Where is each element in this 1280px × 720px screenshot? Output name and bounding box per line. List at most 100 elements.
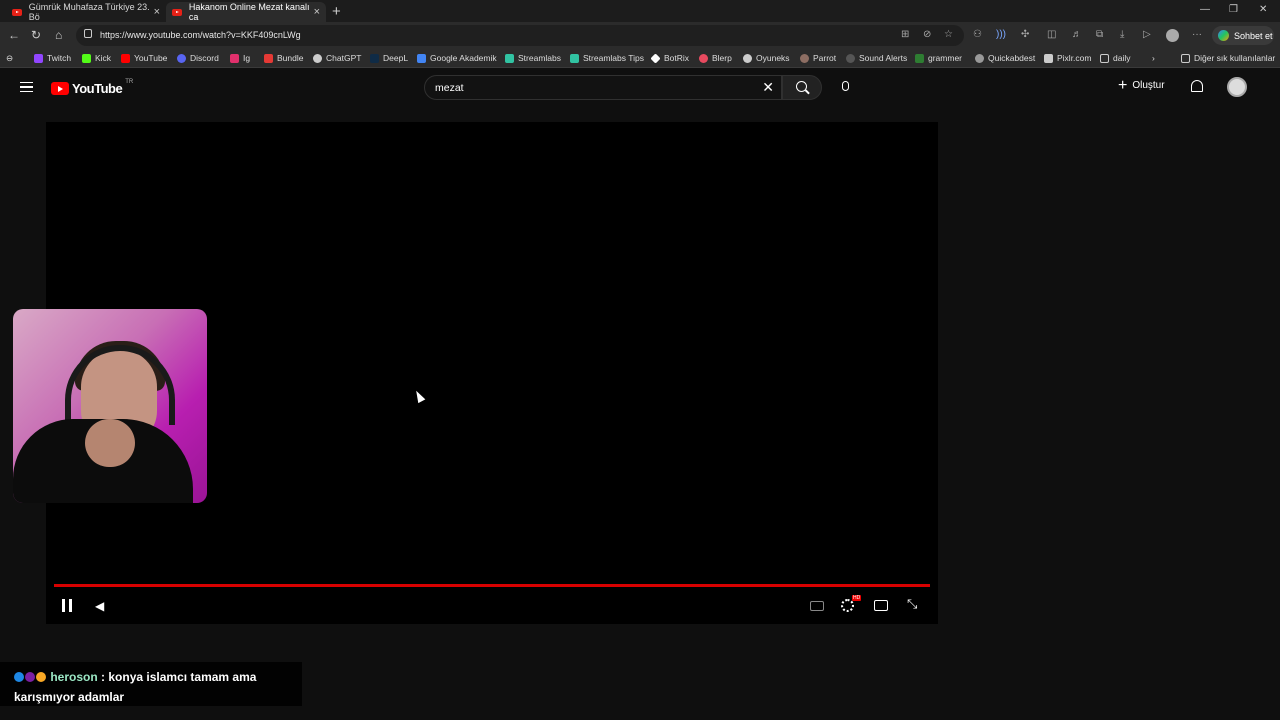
downloads-icon[interactable]: ⤓: [1120, 29, 1124, 40]
extension-icon[interactable]: ⚇: [973, 29, 982, 40]
bookmark-label: DeepL: [383, 53, 409, 63]
bookmark-item[interactable]: ChatGPT: [313, 53, 361, 63]
favorites-icon[interactable]: ♬: [1072, 29, 1082, 40]
tracking-prevention-icon[interactable]: ⊘: [923, 29, 931, 40]
reading-view-icon[interactable]: ⊖: [6, 53, 13, 64]
close-tab-icon[interactable]: ×: [314, 6, 320, 18]
bookmark-item[interactable]: DeepL: [370, 53, 408, 63]
subtitles-icon[interactable]: [810, 601, 824, 611]
fullscreen-icon[interactable]: ⤡: [907, 596, 917, 612]
profile-icon[interactable]: [1166, 29, 1179, 42]
search-button[interactable]: [782, 75, 822, 100]
bookmark-item[interactable]: YouTube: [121, 53, 167, 63]
quickabdest-icon: [975, 53, 984, 63]
minimize-icon[interactable]: —: [1200, 4, 1210, 15]
folder-icon: [1100, 53, 1109, 63]
grammer-icon: [915, 53, 924, 63]
badge-icon: [25, 672, 35, 682]
bookmark-item[interactable]: Streamlabs: [505, 53, 561, 63]
bookmark-item[interactable]: Blerp: [699, 53, 732, 63]
url-field[interactable]: https://www.youtube.com/watch?v=KKF409cn…: [76, 25, 964, 46]
bookmark-item[interactable]: Twitch: [34, 53, 71, 63]
close-tab-icon[interactable]: ×: [154, 6, 160, 18]
bookmark-item[interactable]: grammer: [915, 53, 962, 63]
menu-hamburger-icon[interactable]: [20, 82, 33, 92]
botrix-icon: [650, 52, 661, 64]
chat-username: heroson: [50, 670, 98, 684]
media-control-icon[interactable]: ▷: [1143, 29, 1151, 40]
deepl-icon: [370, 53, 379, 63]
bookmark-item[interactable]: Discord: [177, 53, 219, 63]
home-icon[interactable]: ⌂: [55, 28, 62, 42]
notifications-bell-icon[interactable]: [1191, 80, 1203, 92]
blerp-icon: [699, 53, 708, 63]
copilot-icon: [1218, 30, 1229, 41]
youtube-favicon-icon: [12, 8, 22, 16]
split-screen-icon[interactable]: ◫: [1047, 29, 1056, 40]
instagram-icon: [230, 53, 239, 63]
streamlabs-icon: [505, 53, 514, 63]
volume-icon[interactable]: ◀: [95, 600, 107, 612]
address-bar-row: ← ↻ ⌂ https://www.youtube.com/watch?v=KK…: [0, 22, 1280, 49]
bookmark-item[interactable]: Sound Alerts: [846, 53, 907, 63]
bookmark-item[interactable]: Quickabdest: [975, 53, 1035, 63]
favorite-star-icon[interactable]: ☆: [944, 29, 953, 40]
bookmark-item[interactable]: Oyuneks: [743, 53, 790, 63]
lock-icon: [84, 29, 92, 38]
create-button[interactable]: + Oluştur: [1118, 77, 1165, 93]
theater-mode-icon[interactable]: [874, 600, 888, 611]
extensions-puzzle-icon[interactable]: ✣: [1021, 29, 1029, 40]
folder-icon: [1181, 53, 1190, 63]
bookmark-label: YouTube: [134, 53, 168, 63]
youtube-favicon-icon: [172, 8, 182, 16]
parrot-icon: [800, 53, 809, 63]
back-arrow-icon[interactable]: ←: [8, 28, 20, 42]
bookmark-label: Ig: [243, 53, 251, 63]
bookmark-label: daily: [1113, 53, 1131, 63]
oyuneks-icon: [743, 53, 752, 63]
bookmark-label: Google Akademik: [430, 53, 497, 63]
search-input[interactable]: mezat ✕: [424, 75, 782, 100]
voice-search-icon[interactable]: [842, 81, 849, 91]
avatar[interactable]: [1227, 77, 1247, 97]
bookmark-label: ChatGPT: [326, 53, 362, 63]
browser-tab-active[interactable]: Hakanom Online Mezat kanalı ca ×: [166, 2, 326, 22]
bookmark-label: Parrot: [813, 53, 837, 63]
copilot-chat-button[interactable]: Sohbet et: [1212, 26, 1274, 45]
bookmark-label: Oyuneks: [756, 53, 790, 63]
badge-icon: [14, 672, 24, 682]
pause-icon[interactable]: [62, 599, 72, 612]
bookmark-item[interactable]: Bundle: [264, 53, 303, 63]
bookmarks-overflow-icon[interactable]: ›: [1152, 53, 1155, 63]
bookmark-item[interactable]: Parrot: [800, 53, 836, 63]
other-favorites[interactable]: Diğer sık kullanılanlar: [1181, 53, 1275, 63]
progress-bar[interactable]: [54, 584, 930, 587]
bookmark-label: Streamlabs Tips: [583, 53, 644, 63]
refresh-icon[interactable]: ↻: [31, 28, 41, 42]
clear-search-icon[interactable]: ✕: [762, 79, 774, 96]
bookmark-item[interactable]: Google Akademik: [417, 53, 497, 63]
bookmark-label: BotRix: [664, 53, 690, 63]
bookmark-item[interactable]: daily: [1100, 53, 1130, 63]
browser-tab[interactable]: Gümrük Muhafaza Türkiye 23. Bö ×: [6, 2, 166, 22]
restore-icon[interactable]: ❐: [1229, 4, 1238, 15]
collections-icon[interactable]: ⧉: [1096, 29, 1103, 40]
bookmark-item[interactable]: Kick: [82, 53, 111, 63]
bookmark-item[interactable]: BotRix: [650, 52, 690, 64]
read-aloud-icon[interactable]: ))): [996, 29, 1006, 40]
streamer-hand: [85, 419, 135, 467]
bookmark-item[interactable]: Pixlr.com: [1044, 53, 1091, 63]
pixlr-icon: [1044, 53, 1053, 63]
close-window-icon[interactable]: ✕: [1259, 4, 1267, 15]
tab-title: Hakanom Online Mezat kanalı ca: [188, 2, 310, 22]
headphones-icon: [65, 345, 175, 425]
country-code: TR: [125, 78, 134, 85]
youtube-logo[interactable]: YouTube TR: [51, 78, 134, 96]
app-available-icon[interactable]: ⊞: [901, 29, 909, 40]
more-menu-icon[interactable]: ···: [1192, 29, 1202, 40]
bookmark-item[interactable]: Ig: [230, 53, 250, 63]
new-tab-button[interactable]: +: [332, 3, 341, 20]
bookmark-item[interactable]: Streamlabs Tips: [570, 53, 644, 63]
tab-title: Gümrük Muhafaza Türkiye 23. Bö: [28, 2, 150, 22]
other-favorites-label: Diğer sık kullanılanlar: [1194, 53, 1276, 63]
